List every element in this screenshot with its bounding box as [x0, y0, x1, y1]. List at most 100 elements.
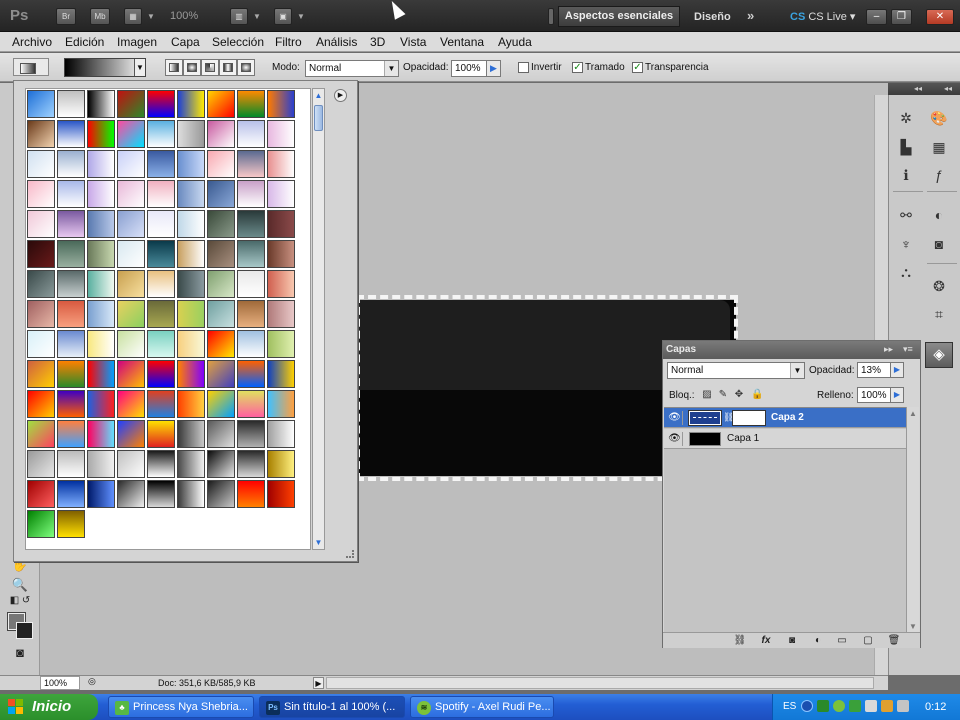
scroll-down-icon[interactable]: ▼: [313, 536, 324, 549]
gradient-swatch[interactable]: [147, 390, 175, 418]
gradient-swatch[interactable]: [267, 420, 295, 448]
gradient-swatch[interactable]: [177, 150, 205, 178]
transparency-checkbox[interactable]: ✓: [632, 62, 643, 73]
layer-thumbnail[interactable]: [688, 410, 722, 426]
lock-transparency-icon[interactable]: ▨: [701, 389, 713, 401]
menu-filtro[interactable]: Filtro: [275, 35, 302, 49]
gradient-swatch[interactable]: [57, 390, 85, 418]
gradient-swatch[interactable]: [57, 240, 85, 268]
arrange-documents-icon[interactable]: ▥: [230, 8, 248, 25]
gradient-swatch[interactable]: [147, 120, 175, 148]
dither-checkbox[interactable]: ✓: [572, 62, 583, 73]
layer-name[interactable]: Capa 2: [771, 412, 804, 423]
gradient-swatch[interactable]: [267, 240, 295, 268]
gradient-swatch[interactable]: [87, 90, 115, 118]
new-group-icon[interactable]: ▭: [835, 634, 849, 647]
layer-opacity-arrow-icon[interactable]: ▶: [890, 362, 904, 378]
diamond-gradient-icon[interactable]: [237, 59, 255, 76]
gradient-swatch[interactable]: [237, 120, 265, 148]
styles-icon[interactable]: ƒ: [927, 165, 951, 185]
gradient-swatch[interactable]: [27, 450, 55, 478]
3d-icon[interactable]: ❂: [927, 276, 951, 296]
gradient-swatch[interactable]: [27, 180, 55, 208]
panel-menu-icon[interactable]: ▾≡: [903, 344, 913, 355]
cs-live-button[interactable]: CS CS Live ▾: [790, 10, 855, 23]
view-extras-caret-icon[interactable]: ▼: [147, 12, 155, 21]
menu-ventana[interactable]: Ventana: [440, 35, 484, 49]
arrange-caret-icon[interactable]: ▼: [253, 12, 261, 21]
gradient-swatch[interactable]: [117, 210, 145, 238]
menu-analisis[interactable]: Análisis: [316, 35, 357, 49]
gradient-swatch[interactable]: [237, 240, 265, 268]
swatches-icon[interactable]: ▦: [927, 137, 951, 157]
menu-archivo[interactable]: Archivo: [12, 35, 52, 49]
gradient-swatch[interactable]: [117, 450, 145, 478]
status-zoom-input[interactable]: 100%: [40, 676, 80, 690]
gradient-swatch[interactable]: [177, 330, 205, 358]
gradient-swatch[interactable]: [87, 120, 115, 148]
gradient-swatch[interactable]: [87, 390, 115, 418]
gradient-swatch[interactable]: [57, 420, 85, 448]
resize-grip-icon[interactable]: [346, 550, 354, 558]
gradient-swatch[interactable]: [57, 210, 85, 238]
invert-checkbox[interactable]: [518, 62, 529, 73]
histogram-icon[interactable]: ▙: [894, 137, 918, 157]
gradient-swatch[interactable]: [147, 90, 175, 118]
gradient-swatch[interactable]: [207, 90, 235, 118]
gradient-swatch[interactable]: [207, 420, 235, 448]
gradient-swatch[interactable]: [27, 120, 55, 148]
gradient-swatch[interactable]: [147, 360, 175, 388]
gradient-swatch[interactable]: [117, 120, 145, 148]
layers-scrollbar[interactable]: ▲ ▼: [906, 407, 919, 633]
restore-button[interactable]: ❐: [891, 9, 912, 25]
gradient-swatch[interactable]: [27, 300, 55, 328]
expand-icon[interactable]: ◂◂: [944, 84, 952, 93]
masks-icon[interactable]: ◙: [927, 234, 951, 254]
scroll-down-icon[interactable]: ▼: [909, 622, 917, 631]
gradient-swatch[interactable]: [117, 360, 145, 388]
lock-pixels-icon[interactable]: ✎: [717, 389, 729, 401]
layer-row-capa-1[interactable]: 👁 Capa 1: [664, 429, 906, 449]
gradient-swatch[interactable]: [27, 210, 55, 238]
gradient-swatch[interactable]: [207, 480, 235, 508]
gradient-swatch[interactable]: [27, 150, 55, 178]
gradient-swatch[interactable]: [27, 390, 55, 418]
gradient-swatch[interactable]: [207, 120, 235, 148]
gradient-swatch[interactable]: [237, 330, 265, 358]
gradient-swatch[interactable]: [27, 360, 55, 388]
taskbar-item-messenger[interactable]: ♣ Princess Nya Shebria...: [108, 696, 254, 718]
delete-layer-icon[interactable]: 🗑: [887, 634, 901, 647]
menu-edicion[interactable]: Edición: [65, 35, 104, 49]
gradient-swatch[interactable]: [27, 240, 55, 268]
layers-panel-icon[interactable]: ◈: [925, 342, 953, 368]
gradient-swatch[interactable]: [267, 360, 295, 388]
gradient-swatch[interactable]: [147, 150, 175, 178]
gradient-swatch[interactable]: [237, 390, 265, 418]
gradient-swatch[interactable]: [177, 480, 205, 508]
bridge-button[interactable]: Br: [56, 8, 76, 25]
visibility-eye-icon[interactable]: 👁: [667, 411, 683, 425]
gradient-swatch[interactable]: [267, 270, 295, 298]
minimize-button[interactable]: –: [866, 9, 887, 25]
gradient-swatch[interactable]: [117, 480, 145, 508]
workspace-design-button[interactable]: Diseño: [694, 11, 731, 23]
brushes-icon[interactable]: ♆: [894, 234, 918, 254]
scroll-up-icon[interactable]: ▲: [907, 409, 919, 418]
taskbar-item-spotify[interactable]: ≋ Spotify - Axel Rudi Pe...: [410, 696, 554, 718]
gradient-swatch[interactable]: [207, 450, 235, 478]
scroll-thumb[interactable]: [314, 105, 323, 131]
adjustments-icon[interactable]: ◐: [927, 205, 951, 225]
gradient-swatch[interactable]: [87, 150, 115, 178]
gradient-swatch[interactable]: [117, 180, 145, 208]
quick-mask-icon[interactable]: ◙: [9, 645, 31, 663]
lock-position-icon[interactable]: ✥: [733, 389, 745, 401]
gradient-swatch[interactable]: [207, 150, 235, 178]
security-icon[interactable]: [881, 700, 893, 712]
gradient-swatch[interactable]: [237, 420, 265, 448]
gradient-picker-caret-icon[interactable]: ▼: [134, 59, 145, 76]
layers-tab[interactable]: Capas: [666, 344, 696, 355]
gradient-swatch[interactable]: [177, 90, 205, 118]
gradient-swatch[interactable]: [237, 270, 265, 298]
gradient-swatch[interactable]: [207, 300, 235, 328]
gradient-swatch[interactable]: [237, 360, 265, 388]
